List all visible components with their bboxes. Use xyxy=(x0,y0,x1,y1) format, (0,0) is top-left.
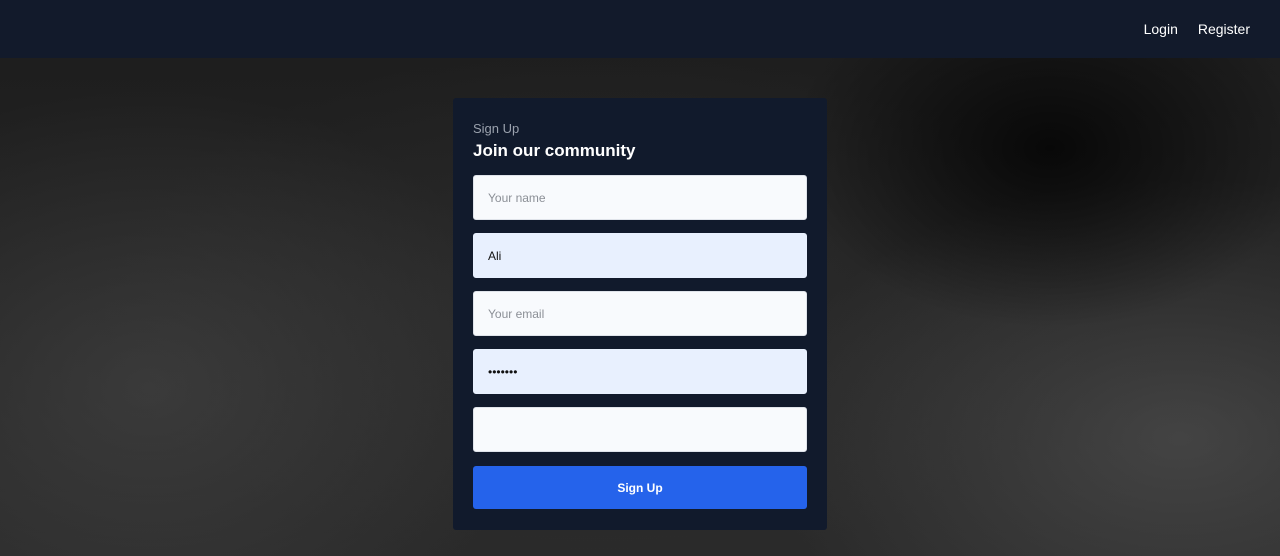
signup-card: Sign Up Join our community Sign Up xyxy=(453,98,827,530)
name-input[interactable] xyxy=(473,175,807,220)
sign-up-button[interactable]: Sign Up xyxy=(473,466,807,509)
card-subtitle: Sign Up xyxy=(473,121,520,136)
nav-links: Login Register xyxy=(1144,0,1250,58)
register-link[interactable]: Register xyxy=(1198,21,1250,37)
top-navbar: Login Register xyxy=(0,0,1280,58)
email-input[interactable] xyxy=(473,291,807,336)
extra-input[interactable] xyxy=(473,407,807,452)
username-input[interactable] xyxy=(473,233,807,278)
card-title: Join our community xyxy=(473,141,636,160)
login-link[interactable]: Login xyxy=(1144,21,1178,37)
password-input[interactable] xyxy=(473,349,807,394)
